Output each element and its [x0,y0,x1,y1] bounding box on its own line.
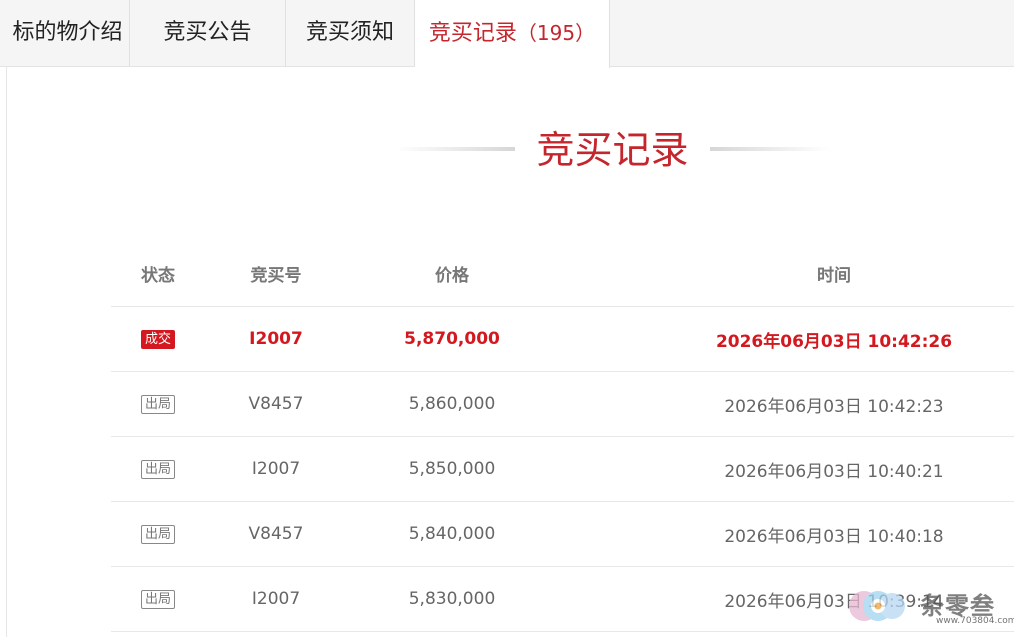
status-cell: 出局 [128,567,188,631]
status-badge: 出局 [140,524,175,544]
bidder-cell: I2007 [251,459,301,479]
tab-label: 竞买公告 [163,20,252,45]
bidder-cell: V8457 [248,394,304,414]
status-badge: 出局 [140,394,175,414]
tab-label: 竞买记录 [428,21,517,46]
tab-item-intro[interactable]: 标的物介绍 [6,0,130,67]
header-time: 时间 [817,265,851,286]
header-status: 状态 [141,265,175,286]
price-cell: 5,860,000 [408,394,496,414]
price-cell: 5,830,000 [408,589,496,609]
bid-records-table: 状态 竞买号 价格 时间 成交 I2007 5,870,000 2026年06月… [111,240,1014,632]
table-row: 出局 V8457 5,860,000 2026年06月03日 10:42:23 [111,372,1014,437]
status-badge: 出局 [140,459,175,479]
header-price: 价格 [435,265,469,286]
table-row: 出局 V8457 5,840,000 2026年06月03日 10:40:18 [111,502,1014,567]
tab-bid-records[interactable]: 竞买记录（195） [415,0,610,68]
tab-count: （195） [516,21,596,45]
tab-announcement[interactable]: 竞买公告 [130,0,286,67]
bidder-cell: I2007 [249,329,303,349]
price-cell: 5,850,000 [408,459,496,479]
status-badge: 成交 [140,329,175,349]
time-cell: 2026年06月03日 10:40:18 [724,526,944,547]
status-cell: 出局 [128,372,188,436]
status-cell: 出局 [128,502,188,566]
watermark-logo-icon [849,591,905,621]
table-row: 出局 I2007 5,850,000 2026年06月03日 10:40:21 [111,437,1014,502]
heading-divider-right [710,147,830,151]
bidder-cell: V8457 [248,524,304,544]
time-cell: 2026年06月03日 10:40:21 [724,461,944,482]
tab-label: 标的物介绍 [12,20,123,45]
table-row: 成交 I2007 5,870,000 2026年06月03日 10:42:26 [111,307,1014,372]
price-cell: 5,870,000 [404,329,500,349]
status-cell: 出局 [128,437,188,501]
table-header: 状态 竞买号 价格 时间 [111,240,1014,307]
content-border [6,67,7,637]
tab-bar: 标的物介绍 竞买公告 竞买须知 竞买记录（195） [0,0,1014,68]
bidder-cell: I2007 [251,589,301,609]
status-cell: 成交 [128,307,188,371]
time-cell: 2026年06月03日 10:42:26 [715,331,953,352]
header-bidder: 竞买号 [250,265,302,286]
auction-page: 标的物介绍 竞买公告 竞买须知 竞买记录（195） 竞买记录 状态 竞买号 价格… [0,0,1014,637]
heading-divider-left [395,147,515,151]
status-badge: 出局 [140,589,175,609]
site-watermark: 条零叁 www.703804.com [846,584,1014,632]
section-title: 竞买记录 [536,128,689,172]
time-cell: 2026年06月03日 10:42:23 [724,396,944,417]
tab-label: 竞买须知 [305,20,394,45]
watermark-url: www.703804.com [936,616,1014,626]
price-cell: 5,840,000 [408,524,496,544]
tab-notice[interactable]: 竞买须知 [286,0,415,67]
